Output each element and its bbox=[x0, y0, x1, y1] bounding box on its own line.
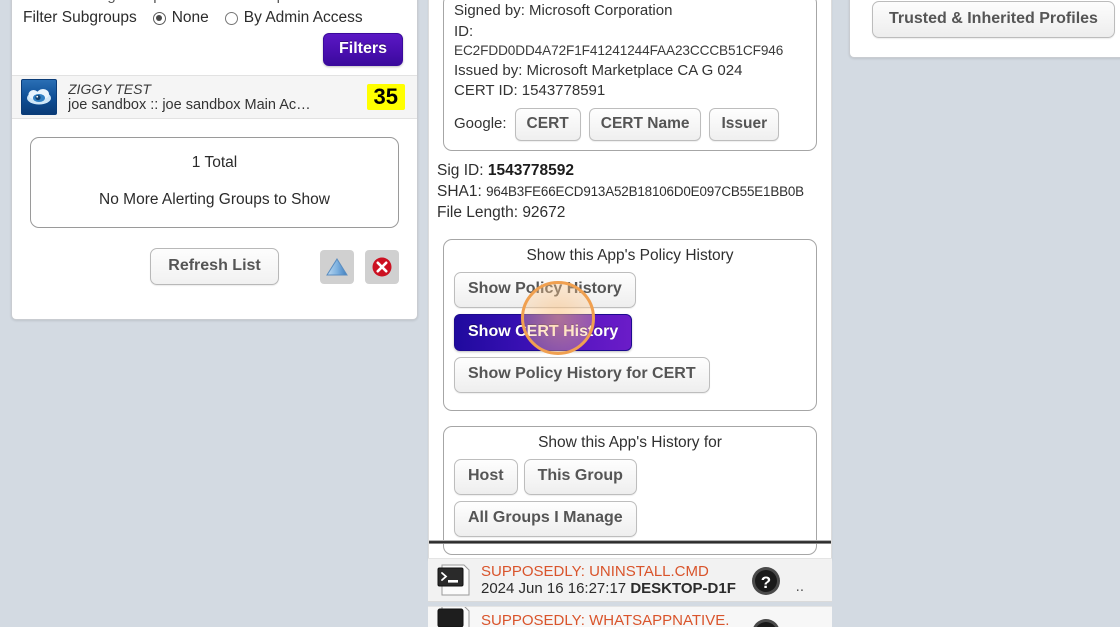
alerting-group-text: ZIGGY TEST joe sandbox :: joe sandbox Ma… bbox=[68, 81, 359, 114]
app-history-title: Show this App's History for bbox=[538, 433, 722, 451]
alerting-group-count-badge: 35 bbox=[366, 83, 405, 111]
cmd-file-icon bbox=[434, 562, 472, 598]
app-history-buttons-row-2: All Groups I Manage bbox=[454, 500, 806, 543]
list-item[interactable]: SUPPOSEDLY: UNINSTALL.CMD 2024 Jun 16 16… bbox=[428, 558, 832, 602]
file-info-lines: Sig ID: 1543778592 SHA1: 964B3FE66ECD913… bbox=[429, 151, 831, 224]
google-lookup-row: Google: CERT CERT Name Issuer bbox=[454, 107, 806, 141]
cert-id-line: CERT ID: 1543778591 bbox=[454, 82, 606, 100]
history-this-group-button[interactable]: This Group bbox=[523, 458, 637, 495]
app-history-buttons-row: Host This Group bbox=[454, 458, 806, 501]
alerting-groups-panel: Show Alerting Groups / Show All Groups F… bbox=[11, 0, 418, 320]
totals-box: 1 Total No More Alerting Groups to Show bbox=[30, 137, 399, 228]
alerting-group-subtitle: joe sandbox :: joe sandbox Main Ac… bbox=[68, 96, 311, 113]
radio-option-by-admin-access[interactable]: By Admin Access bbox=[224, 9, 363, 27]
total-count-label: 1 Total bbox=[191, 154, 238, 171]
cloud-eye-icon bbox=[21, 79, 57, 115]
policy-history-title: Show this App's Policy History bbox=[526, 246, 734, 264]
file-length-label: File Length: bbox=[437, 203, 518, 221]
google-issuer-button[interactable]: Issuer bbox=[709, 107, 780, 141]
radio-label-by-admin-access: By Admin Access bbox=[243, 9, 363, 26]
scroll-up-icon[interactable] bbox=[320, 249, 354, 284]
svg-text:?: ? bbox=[761, 573, 771, 592]
signed-by-line: Signed by: Microsoft Corporation bbox=[454, 2, 673, 19]
policy-history-box: Show this App's Policy History Show Poli… bbox=[443, 238, 817, 411]
app-window: Show Alerting Groups / Show All Groups F… bbox=[0, 0, 1120, 627]
app-detail-panel: Signed by: Microsoft Corporation ID: EC2… bbox=[428, 0, 832, 560]
list-item[interactable]: SUPPOSEDLY: WHATSAPPNATIVE. ? bbox=[428, 606, 832, 627]
list-item-date: 2024 Jun 16 16:27:17 bbox=[481, 580, 627, 597]
question-mark-icon[interactable]: ? bbox=[750, 565, 782, 597]
refresh-list-button[interactable]: Refresh List bbox=[150, 248, 279, 285]
profiles-panel: Trusted & Inherited Profiles bbox=[849, 0, 1120, 58]
radio-icon-none[interactable] bbox=[152, 11, 166, 25]
cert-id-value: EC2FDD0DD4A72F1F41241244FAA23CCCB51CF946 bbox=[454, 43, 784, 59]
google-label: Google: bbox=[454, 115, 507, 133]
filters-row: Filters bbox=[12, 27, 417, 66]
sig-id-line: Sig ID: 1543778592 bbox=[437, 161, 817, 182]
sha1-value: 964B3FE66ECD913A52B18106D0E097CB55E1BB0B bbox=[486, 183, 804, 199]
radio-icon-by-admin-access[interactable] bbox=[224, 11, 238, 25]
radio-option-none[interactable]: None bbox=[152, 9, 209, 27]
question-mark-icon[interactable]: ? bbox=[750, 617, 782, 627]
event-list: SUPPOSEDLY: UNINSTALL.CMD 2024 Jun 16 16… bbox=[428, 558, 832, 627]
sha1-label: SHA1: bbox=[437, 182, 482, 200]
policy-history-buttons: Show Policy History Show CERT History Sh… bbox=[454, 271, 806, 399]
radio-label-none: None bbox=[171, 9, 209, 26]
section-divider bbox=[429, 540, 831, 544]
show-policy-history-button[interactable]: Show Policy History bbox=[454, 271, 636, 308]
list-item-host: DESKTOP-D1F bbox=[630, 580, 736, 597]
list-item-ellipsis: .. bbox=[795, 578, 804, 595]
show-cert-history-button[interactable]: Show CERT History bbox=[454, 313, 633, 351]
file-length-line: File Length: 92672 bbox=[437, 203, 817, 224]
trusted-inherited-profiles-button[interactable]: Trusted & Inherited Profiles bbox=[872, 1, 1115, 38]
certificate-box: Signed by: Microsoft Corporation ID: EC2… bbox=[443, 0, 817, 151]
cert-id-label: ID: bbox=[454, 22, 474, 40]
file-icon bbox=[434, 607, 472, 627]
sig-id-label: Sig ID: bbox=[437, 161, 484, 179]
sig-id-value: 1543778592 bbox=[487, 161, 575, 179]
filters-button[interactable]: Filters bbox=[322, 33, 403, 66]
alerting-group-row[interactable]: ZIGGY TEST joe sandbox :: joe sandbox Ma… bbox=[12, 75, 417, 119]
close-icon[interactable] bbox=[365, 249, 399, 284]
show-policy-history-for-cert-button[interactable]: Show Policy History for CERT bbox=[454, 356, 710, 393]
google-cert-name-button[interactable]: CERT Name bbox=[588, 107, 702, 141]
left-panel-actions: Refresh List bbox=[12, 248, 417, 285]
google-cert-button[interactable]: CERT bbox=[514, 107, 581, 141]
left-panel-icon-buttons bbox=[320, 249, 399, 284]
history-host-button[interactable]: Host bbox=[454, 458, 518, 495]
filter-subgroups-label: Filter Subgroups bbox=[23, 9, 137, 26]
no-more-groups-message: No More Alerting Groups to Show bbox=[99, 191, 330, 208]
sha1-line: SHA1: 964B3FE66ECD913A52B18106D0E097CB55… bbox=[437, 182, 817, 203]
file-length-value: 92672 bbox=[522, 203, 566, 221]
alerting-group-name: ZIGGY TEST bbox=[68, 80, 151, 97]
filter-subgroups-row: Filter Subgroups None By Admin Access bbox=[12, 5, 417, 27]
history-all-groups-button[interactable]: All Groups I Manage bbox=[454, 500, 637, 537]
issued-by-line: Issued by: Microsoft Marketplace CA G 02… bbox=[454, 61, 743, 79]
app-history-box: Show this App's History for Host This Gr… bbox=[443, 425, 817, 555]
